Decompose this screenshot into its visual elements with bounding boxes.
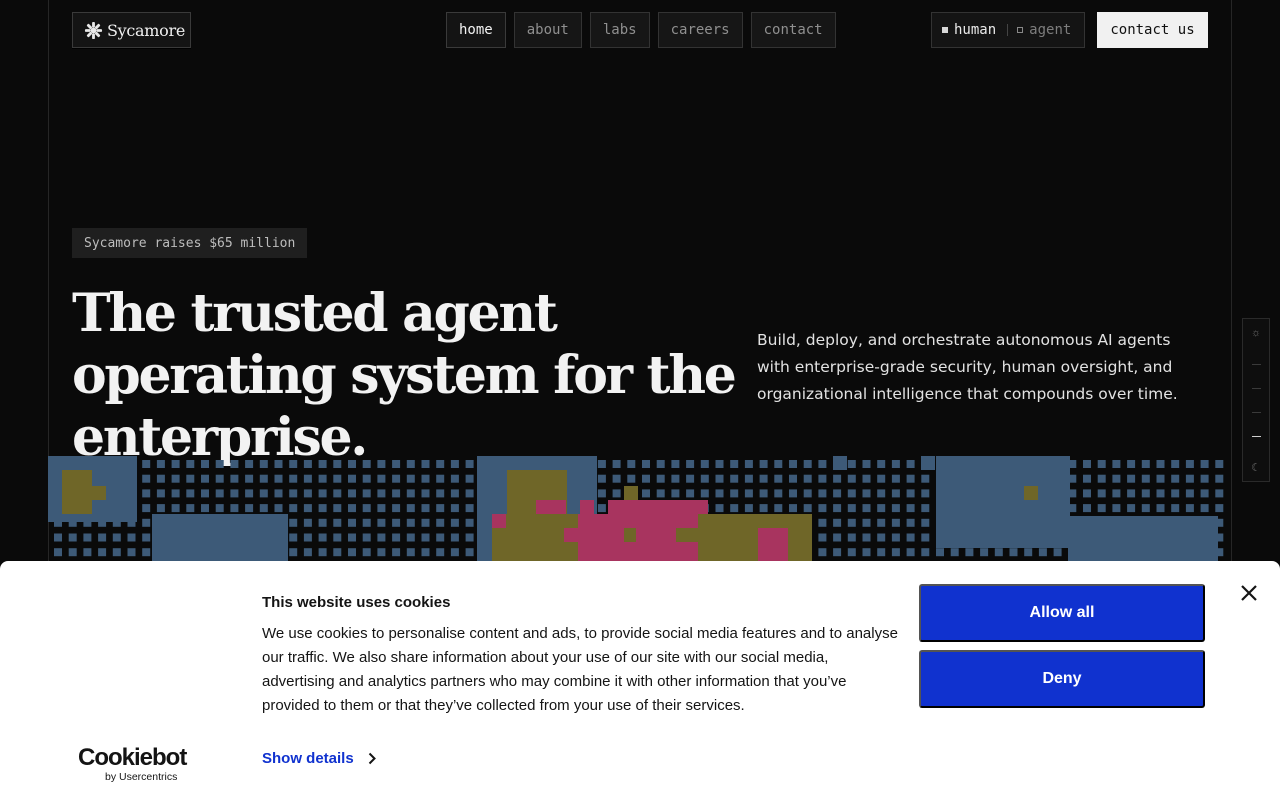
close-icon[interactable] [1236, 580, 1262, 606]
sycamore-logo-icon [84, 21, 103, 39]
allow-all-button[interactable]: Allow all [919, 584, 1205, 642]
rail-tick[interactable] [1252, 412, 1261, 413]
rail-tick-selected[interactable] [1252, 436, 1261, 437]
mode-agent-option[interactable]: agent [1017, 22, 1071, 38]
main-nav: home about labs careers contact [446, 12, 836, 48]
mode-agent-label: agent [1029, 22, 1072, 38]
cookie-consent-banner: Cookiebot by Usercentrics This website u… [0, 561, 1280, 800]
hero-headline: The trusted agent operating system for t… [72, 283, 737, 468]
theme-rail: ☼ ☾ [1242, 318, 1270, 482]
show-details-label: Show details [262, 750, 354, 767]
cookiebot-logo-subtext: by Usercentrics [105, 771, 178, 783]
logo-text: Sycamore [107, 20, 186, 40]
moon-icon[interactable]: ☾ [1243, 462, 1269, 474]
cookiebot-logo: Cookiebot by Usercentrics [78, 744, 187, 784]
unselected-square-icon [1017, 27, 1024, 33]
rail-tick[interactable] [1252, 388, 1261, 389]
cookie-body-text: We use cookies to personalise content an… [262, 625, 898, 714]
contact-us-button[interactable]: contact us [1097, 12, 1208, 48]
audience-mode-toggle: human agent [931, 12, 1085, 48]
nav-labs[interactable]: labs [589, 12, 650, 48]
nav-careers[interactable]: careers [657, 12, 743, 48]
funding-badge[interactable]: Sycamore raises $65 million [72, 228, 308, 258]
deny-button[interactable]: Deny [919, 650, 1205, 708]
mode-human-option[interactable]: human [942, 22, 996, 38]
mode-human-label: human [954, 22, 997, 38]
mode-divider [1007, 24, 1009, 36]
logo-home-link[interactable]: Sycamore [72, 12, 191, 48]
cookie-title: This website uses cookies [262, 594, 451, 611]
hero-subheadline: Build, deploy, and orchestrate autonomou… [757, 331, 1178, 403]
rail-tick[interactable] [1252, 364, 1261, 365]
nav-contact[interactable]: contact [750, 12, 836, 48]
show-details-link[interactable]: Show details [262, 750, 376, 767]
nav-home[interactable]: home [446, 12, 506, 48]
sun-icon[interactable]: ☼ [1243, 327, 1269, 339]
chevron-right-icon [368, 752, 376, 765]
cookiebot-logo-text: Cookiebot [78, 744, 187, 771]
pixel-world-map [48, 456, 1224, 566]
selected-square-icon [942, 27, 948, 33]
nav-about[interactable]: about [513, 12, 582, 48]
